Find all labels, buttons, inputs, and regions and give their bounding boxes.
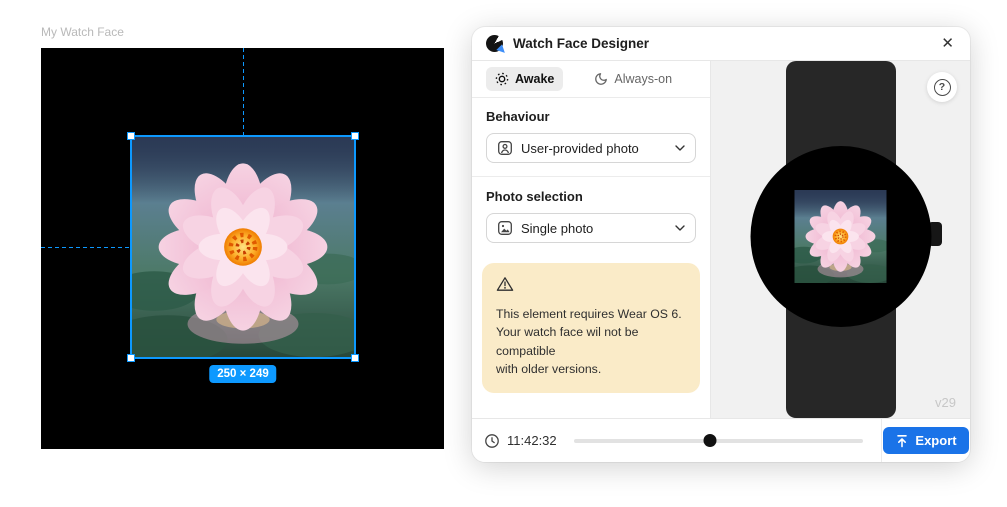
lotus-photo [132, 137, 354, 357]
watch-face-designer-panel: Watch Face Designer ✕ Awake Always-on [472, 27, 970, 462]
tab-always-on[interactable]: Always-on [585, 67, 681, 91]
warning-triangle-icon [496, 276, 514, 292]
resize-handle-top-right[interactable] [351, 132, 359, 140]
behaviour-value: User-provided photo [521, 141, 639, 156]
behaviour-select[interactable]: User-provided photo [486, 133, 696, 163]
time-display: 11:42:32 [507, 433, 557, 448]
panel-footer: 11:42:32 Export [472, 418, 970, 462]
export-icon [895, 434, 909, 448]
snap-guide-vertical [243, 48, 244, 135]
chevron-down-icon [675, 145, 685, 151]
panel-header: Watch Face Designer ✕ [472, 27, 970, 61]
slider-track [574, 439, 863, 443]
selected-photo-layer[interactable] [130, 135, 356, 359]
snap-guide-horizontal [41, 247, 130, 248]
watch-face-artboard[interactable]: 250 × 249 [41, 48, 444, 449]
frame-label[interactable]: My Watch Face [41, 25, 124, 39]
warning-card: This element requires Wear OS 6. Your wa… [482, 263, 700, 393]
photo-selection-select[interactable]: Single photo [486, 213, 696, 243]
tab-awake-label: Awake [515, 72, 554, 86]
chevron-down-icon [675, 225, 685, 231]
photo-selection-value: Single photo [521, 221, 593, 236]
panel-title: Watch Face Designer [513, 36, 649, 51]
version-label: v29 [935, 395, 956, 410]
controls-column: Awake Always-on Behaviour [472, 61, 711, 418]
sun-icon [495, 72, 509, 86]
close-icon[interactable]: ✕ [939, 34, 956, 53]
help-button[interactable]: ? [927, 72, 957, 102]
behaviour-label: Behaviour [486, 109, 696, 124]
resize-handle-bottom-left[interactable] [127, 354, 135, 362]
moon-icon [594, 72, 608, 86]
tab-awake[interactable]: Awake [486, 67, 563, 91]
watch-preview: ? v29 [711, 61, 970, 418]
mode-tabbar: Awake Always-on [472, 61, 710, 98]
user-photo-icon [497, 140, 513, 156]
lotus-photo-preview [795, 190, 887, 283]
dimension-badge: 250 × 249 [209, 365, 276, 383]
time-slider[interactable] [574, 434, 863, 448]
photo-selection-label: Photo selection [486, 189, 696, 204]
export-button[interactable]: Export [883, 427, 968, 454]
resize-handle-bottom-right[interactable] [351, 354, 359, 362]
export-label: Export [915, 433, 956, 448]
question-mark-icon: ? [934, 79, 951, 96]
section-divider [472, 176, 710, 177]
warning-text: This element requires Wear OS 6. Your wa… [496, 305, 686, 379]
watch-face-preview [750, 146, 931, 327]
plugin-logo-icon [486, 35, 503, 52]
clock-icon [484, 433, 500, 449]
slider-thumb[interactable] [703, 434, 716, 447]
photo-icon [497, 220, 513, 236]
resize-handle-top-left[interactable] [127, 132, 135, 140]
tab-always-on-label: Always-on [614, 72, 672, 86]
